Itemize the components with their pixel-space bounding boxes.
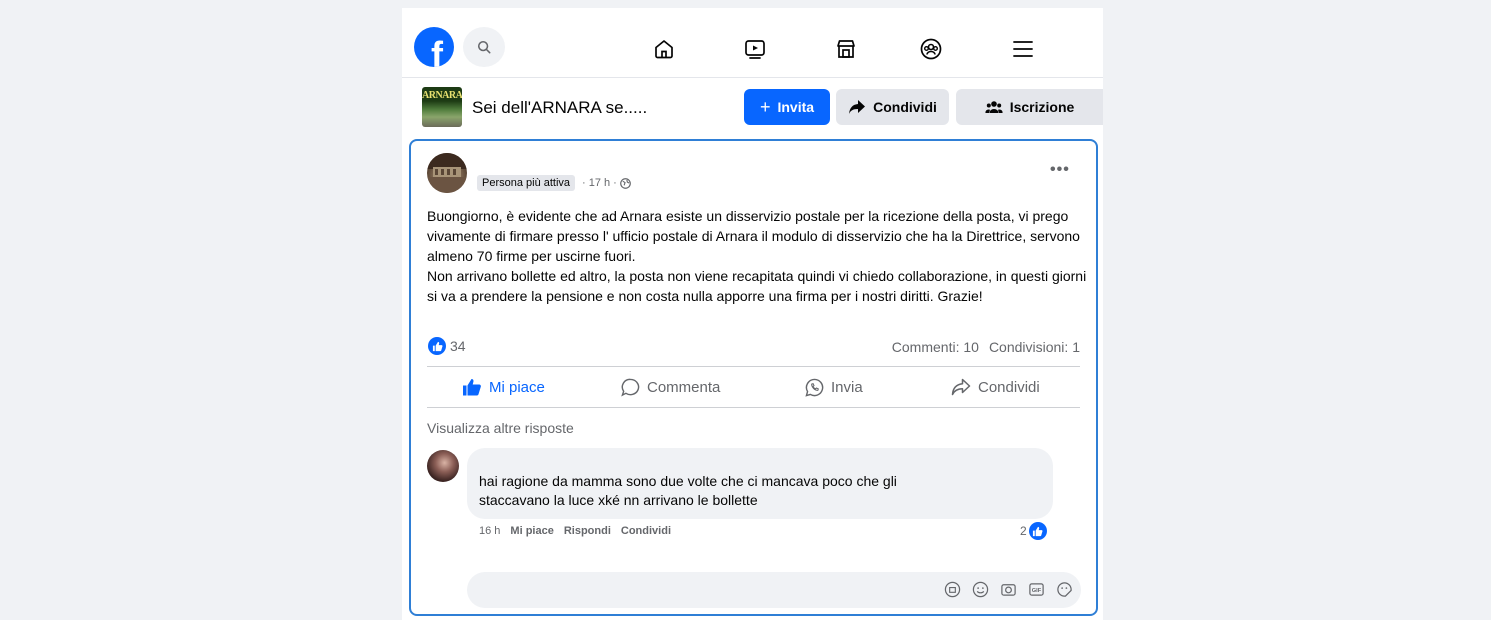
video-icon	[745, 40, 765, 59]
search-button[interactable]	[463, 27, 505, 67]
menu-icon	[1013, 41, 1033, 57]
nav-video[interactable]	[738, 32, 772, 66]
post-meta: · 17 h ·	[582, 177, 631, 189]
search-icon	[477, 40, 491, 54]
nav-groups[interactable]	[914, 32, 948, 66]
post-paragraph: Buongiorno, è evidente che ad Arnara esi…	[427, 208, 1080, 264]
share-button-label: Condividi	[978, 378, 1040, 396]
comment-like-count: 2	[1020, 524, 1027, 538]
share-arrow-icon	[849, 100, 866, 114]
share-icon	[951, 378, 971, 396]
comment-like-link[interactable]: Mi piace	[510, 525, 553, 537]
share-group-button[interactable]: Condividi	[836, 89, 949, 125]
view-more-replies[interactable]: Visualizza altre risposte	[427, 420, 574, 436]
post-card: Persona più attiva · 17 h · ••• Buongior…	[409, 139, 1098, 616]
gif-icon[interactable]: GIF	[1027, 580, 1045, 598]
top-navigation: f	[402, 8, 1103, 78]
nav-home[interactable]	[647, 32, 681, 66]
post-paragraph: Non arrivano bollette ed altro, la posta…	[427, 268, 1087, 304]
post-text: Buongiorno, è evidente che ad Arnara esi…	[427, 206, 1087, 306]
sticker-icon[interactable]	[1055, 580, 1073, 598]
comment-share-link[interactable]: Condividi	[621, 525, 671, 537]
avatar-photo	[427, 153, 467, 193]
subscribe-button[interactable]: Iscrizione	[956, 89, 1103, 125]
more-options-icon[interactable]: •••	[1050, 161, 1070, 179]
comments-count[interactable]: Commenti: 10	[892, 339, 979, 355]
nav-marketplace[interactable]	[829, 32, 863, 66]
reply-tools: GIF	[943, 580, 1073, 598]
comment-text: hai ragione da mamma sono due volte che …	[479, 473, 897, 508]
camera-icon[interactable]	[999, 580, 1017, 598]
share-group-label: Condividi	[873, 99, 937, 115]
share-button[interactable]: Condividi	[951, 367, 1040, 407]
comment-button[interactable]: Commenta	[621, 367, 720, 407]
facebook-logo[interactable]: f	[414, 27, 454, 67]
like-button[interactable]: Mi piace	[462, 367, 545, 407]
invite-button[interactable]: + Invita	[744, 89, 830, 125]
plus-icon: +	[759, 97, 771, 117]
nav-menu[interactable]	[1006, 32, 1040, 66]
like-count: 34	[450, 338, 466, 354]
mobile-view: f ARNARA Sei dell'ARNARA se..... + Invit…	[402, 8, 1103, 620]
comment-time[interactable]: 16 h	[479, 525, 500, 537]
members-icon	[985, 101, 1003, 113]
commenter-avatar[interactable]	[427, 450, 459, 482]
emoji-icon[interactable]	[971, 580, 989, 598]
reply-input[interactable]: GIF	[467, 572, 1081, 608]
divider	[427, 407, 1080, 408]
post-time[interactable]: · 17 h ·	[582, 177, 617, 189]
post-stats: Commenti: 10 Condivisioni: 1	[892, 339, 1080, 355]
group-thumbnail[interactable]: ARNARA	[422, 87, 462, 127]
like-reaction-icon	[428, 337, 446, 355]
comment-reactions[interactable]: 2	[1020, 522, 1047, 540]
comment-bubble-icon	[621, 378, 640, 397]
like-button-label: Mi piace	[489, 378, 545, 396]
invite-button-label: Invita	[777, 99, 815, 115]
whatsapp-icon	[805, 378, 824, 397]
thumbs-up-icon	[463, 379, 481, 396]
group-thumbnail-text: ARNARA	[422, 90, 462, 101]
group-title[interactable]: Sei dell'ARNARA se.....	[472, 98, 647, 118]
globe-icon	[619, 177, 631, 189]
top-contributor-badge[interactable]: Persona più attiva	[477, 175, 576, 191]
comment-reply-link[interactable]: Rispondi	[564, 525, 611, 537]
send-button[interactable]: Invia	[805, 367, 863, 407]
groups-icon	[920, 38, 942, 60]
reactions-summary[interactable]: 34	[428, 337, 466, 355]
comment-button-label: Commenta	[647, 378, 721, 396]
home-icon	[655, 40, 673, 59]
comment-actions: 16 h Mi piace Rispondi Condividi	[479, 525, 671, 537]
action-bar: Mi piace Commenta Invia Condividi	[427, 367, 1080, 407]
comment-bubble: hai ragione da mamma sono due volte che …	[467, 448, 1053, 519]
shares-count[interactable]: Condivisioni: 1	[989, 339, 1080, 355]
marketplace-icon	[837, 40, 855, 58]
subscribe-label: Iscrizione	[1009, 99, 1075, 115]
svg-text:GIF: GIF	[1031, 587, 1041, 593]
like-reaction-icon	[1028, 522, 1047, 540]
group-header: ARNARA Sei dell'ARNARA se..... + Invita …	[402, 79, 1103, 139]
author-avatar[interactable]	[427, 153, 467, 193]
avatar-sticker-icon[interactable]	[943, 580, 961, 598]
send-button-label: Invia	[831, 378, 863, 396]
